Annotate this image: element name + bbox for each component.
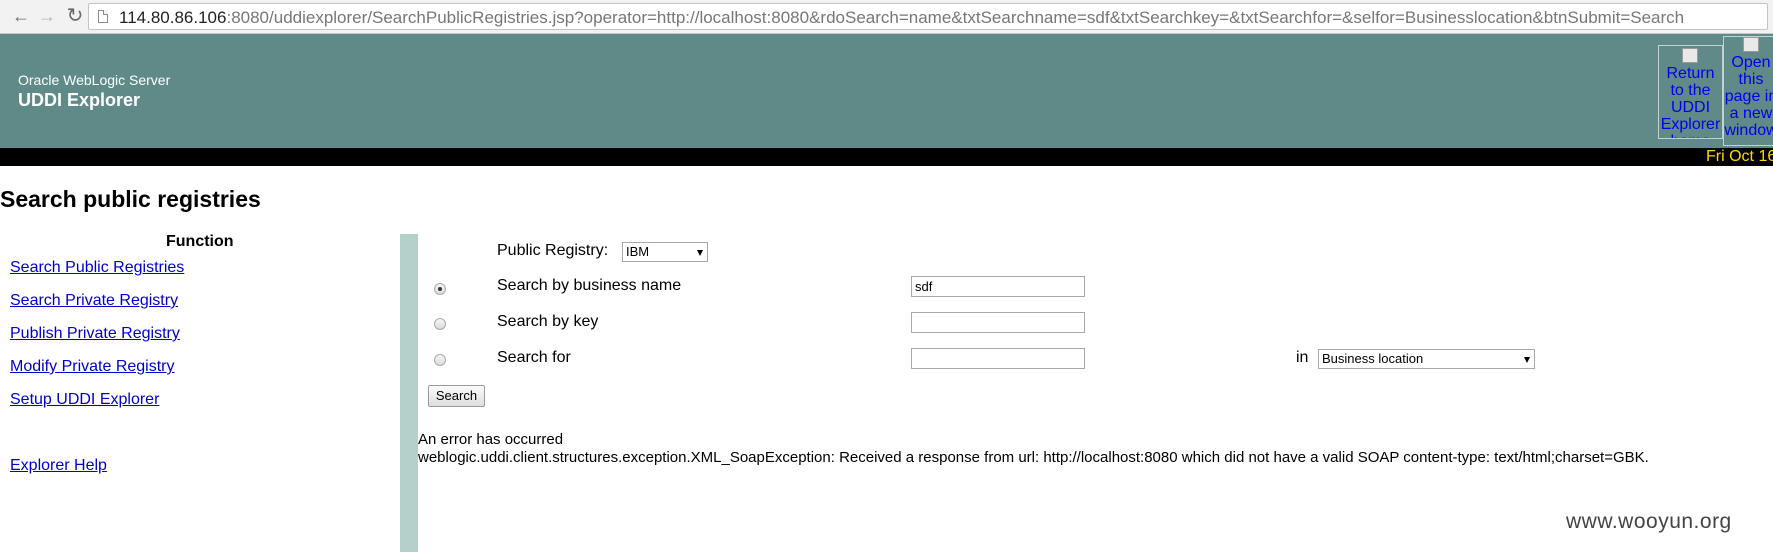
dropdown-arrow-icon bbox=[1524, 357, 1530, 363]
search-button[interactable]: Search bbox=[428, 385, 485, 407]
back-arrow-icon[interactable]: ← bbox=[10, 5, 32, 27]
search-key-input[interactable] bbox=[911, 312, 1085, 333]
browser-toolbar: ← → ↻ 114.80.86.106:8080/uddiexplorer/Se… bbox=[0, 0, 1773, 34]
url-host: 114.80.86.106 bbox=[119, 8, 227, 27]
date-bar bbox=[0, 148, 1773, 166]
address-bar[interactable]: 114.80.86.106:8080/uddiexplorer/SearchPu… bbox=[88, 3, 1768, 30]
public-registry-select[interactable]: IBM bbox=[622, 242, 708, 262]
date-text: Fri Oct 16 bbox=[1706, 148, 1773, 165]
page-title: Search public registries bbox=[0, 186, 261, 212]
search-for-input[interactable] bbox=[911, 348, 1085, 369]
radio-search-for[interactable] bbox=[434, 354, 446, 366]
broken-image-icon bbox=[1742, 37, 1759, 52]
link-setup-uddi-explorer[interactable]: Setup UDDI Explorer bbox=[10, 391, 159, 409]
function-heading: Function bbox=[166, 233, 234, 250]
reload-icon[interactable]: ↻ bbox=[64, 5, 86, 27]
radio-search-by-name[interactable] bbox=[434, 283, 446, 295]
product-subtitle: Oracle WebLogic Server bbox=[18, 72, 171, 88]
business-name-input[interactable] bbox=[911, 276, 1085, 297]
return-home-image-link[interactable]: Return to the UDDI Explorer home bbox=[1658, 45, 1723, 139]
search-for-location-select[interactable]: Business location bbox=[1318, 349, 1535, 369]
search-for-label: Search for bbox=[497, 349, 571, 366]
error-heading: An error has occurred bbox=[418, 431, 564, 448]
forward-arrow-icon[interactable]: → bbox=[36, 5, 58, 27]
broken-image-icon bbox=[1682, 48, 1698, 63]
radio-search-by-key[interactable] bbox=[434, 318, 446, 330]
link-search-private-registry[interactable]: Search Private Registry bbox=[10, 292, 178, 310]
link-explorer-help[interactable]: Explorer Help bbox=[10, 457, 107, 475]
open-new-window-alt-text: Open this page in a new window bbox=[1724, 54, 1773, 139]
return-home-alt-text: Return to the UDDI Explorer home bbox=[1660, 65, 1721, 138]
error-message: weblogic.uddi.client.structures.exceptio… bbox=[418, 449, 1649, 466]
page-icon bbox=[98, 10, 108, 23]
app-header: Oracle WebLogic Server UDDI Explorer bbox=[0, 34, 1773, 148]
link-search-public-registries[interactable]: Search Public Registries bbox=[10, 259, 184, 277]
dropdown-arrow-icon bbox=[697, 250, 703, 256]
search-by-name-label: Search by business name bbox=[497, 277, 682, 294]
search-by-key-label: Search by key bbox=[497, 313, 599, 330]
public-registry-label: Public Registry: bbox=[497, 242, 609, 259]
url-path: :8080/uddiexplorer/SearchPublicRegistrie… bbox=[226, 8, 1685, 27]
in-label: in bbox=[1296, 349, 1309, 366]
public-registry-value: IBM bbox=[626, 244, 650, 259]
watermark-text: www.wooyun.org bbox=[1566, 510, 1732, 533]
open-new-window-image-link[interactable]: Open this page in a new window bbox=[1723, 36, 1773, 146]
link-publish-private-registry[interactable]: Publish Private Registry bbox=[10, 325, 180, 343]
column-separator bbox=[400, 234, 418, 552]
link-modify-private-registry[interactable]: Modify Private Registry bbox=[10, 358, 175, 376]
app-title: UDDI Explorer bbox=[18, 90, 141, 110]
url-text: 114.80.86.106:8080/uddiexplorer/SearchPu… bbox=[119, 8, 1684, 28]
location-select-value: Business location bbox=[1322, 351, 1424, 366]
